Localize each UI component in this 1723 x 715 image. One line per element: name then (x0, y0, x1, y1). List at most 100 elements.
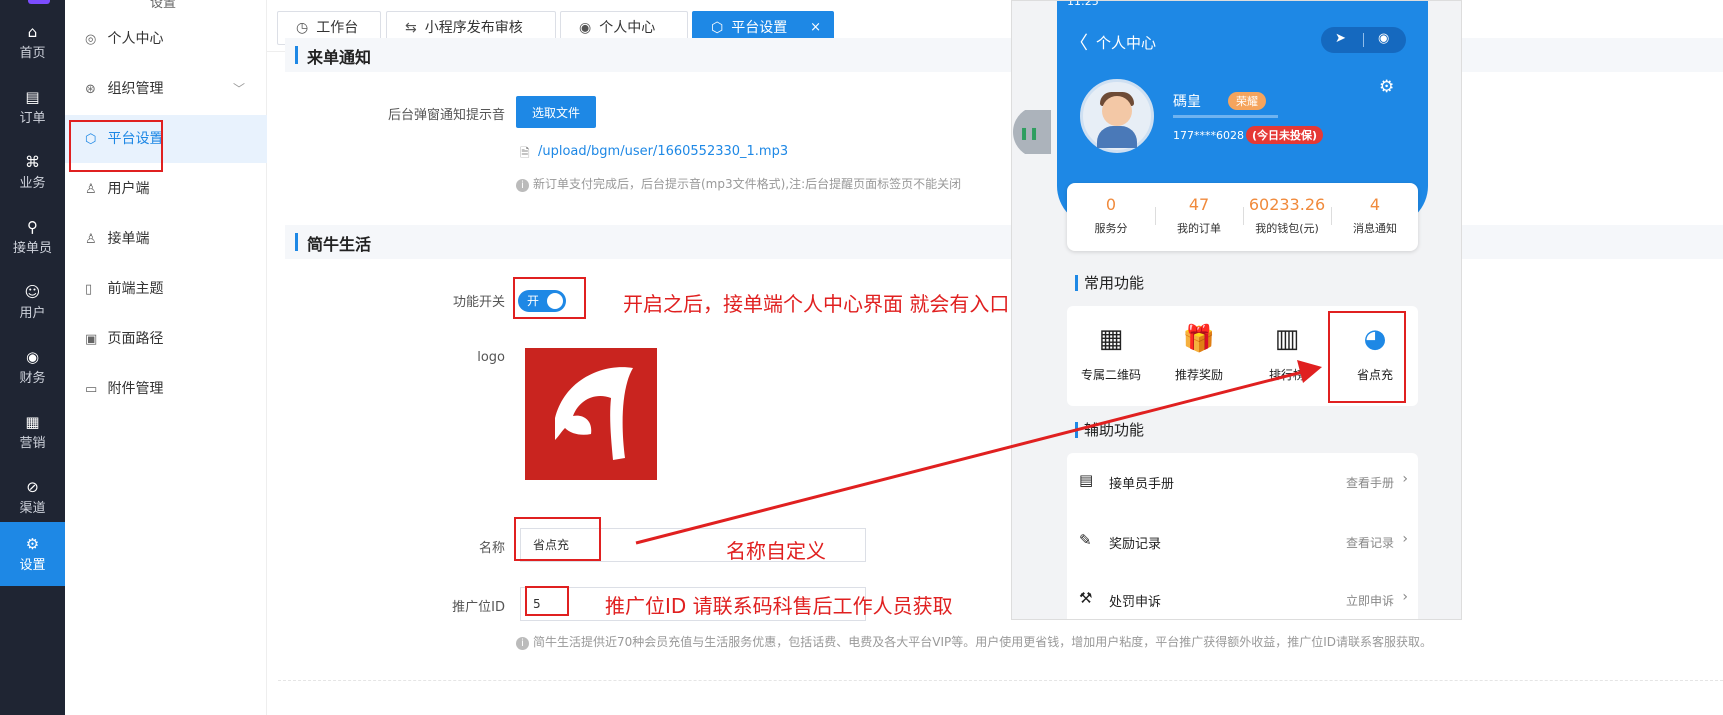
annotation-note-name: 名称自定义 (726, 539, 826, 563)
section-header-order-notify: 来单通知 (285, 38, 1723, 72)
brand-logo-image[interactable] (525, 348, 657, 480)
rail-item-label: 首页 (19, 46, 46, 61)
brand-logo (28, 0, 50, 4)
level-badge: 荣耀 (1228, 92, 1266, 110)
settings-submenu: 设置 ◎ 个人中心 ⊛ 组织管理 ﹀ ⬡ 平台设置 ♙ 用户端 ♙ 接单端 ▯ … (65, 0, 267, 715)
annotation-box-switch (513, 277, 586, 319)
navigate-icon[interactable]: ➤ (1335, 31, 1346, 46)
user-phone: 177****6028 (1173, 129, 1244, 142)
grid-item-referral[interactable]: 🎁 推荐奖励 (1155, 320, 1243, 383)
person-icon: ♙ (85, 182, 97, 197)
chart-icon: ▦ (25, 413, 40, 431)
menu-item-frontend-theme[interactable]: ▯ 前端主题 (65, 265, 267, 313)
rail-item-home[interactable]: ⌂ 首页 (0, 10, 65, 74)
person-wifi-icon: ♙ (85, 232, 97, 247)
rail-item-settings[interactable]: ⚙ 设置 (0, 522, 65, 586)
main-nav-rail: ⌂ 首页 ▤ 订单 ⌘ 业务 ⚲ 接单员 ☺ 用户 ◉ 财务 ▦ 营销 ⊘ 渠道… (0, 0, 65, 715)
rail-item-rider[interactable]: ⚲ 接单员 (0, 205, 65, 269)
aux-functions-title: 辅助功能 (1075, 422, 1144, 438)
rail-item-marketing[interactable]: ▦ 营销 (0, 400, 65, 464)
avatar-face (1102, 96, 1132, 126)
rail-item-label: 业务 (19, 176, 46, 191)
rail-item-label: 订单 (19, 111, 46, 126)
tab-label: 个人中心 (599, 20, 656, 36)
record-icon[interactable]: ◉ (1378, 31, 1389, 46)
user-icon: ☺ (24, 283, 41, 301)
stat-my-orders[interactable]: 47 我的订单 (1155, 195, 1243, 236)
pick-file-button[interactable]: 选取文件 (516, 96, 596, 128)
manual-icon: ▤ (1079, 471, 1094, 489)
file-icon: 🗎 (520, 146, 530, 160)
rail-item-label: 营销 (19, 436, 46, 451)
rail-item-channel[interactable]: ⊘ 渠道 (0, 465, 65, 529)
menu-item-user-client[interactable]: ♙ 用户端 (65, 165, 267, 213)
rail-item-label: 用户 (19, 306, 46, 321)
business-icon: ⌘ (25, 153, 40, 171)
menu-item-organization[interactable]: ⊛ 组织管理 ﹀ (65, 65, 267, 113)
file-path-link[interactable]: /upload/bgm/user/1660552330_1.mp3 (538, 144, 788, 159)
book-icon: ▯ (85, 282, 93, 297)
menu-item-label: 个人中心 (107, 31, 164, 47)
grid-label: 推荐奖励 (1174, 368, 1223, 382)
stat-service-score[interactable]: 0 服务分 (1067, 195, 1155, 236)
annotation-note-promo: 推广位ID 请联系码科售后工作人员获取 (605, 594, 953, 618)
menu-item-label: 页面路径 (107, 331, 164, 347)
list-item-action: 查看手册 (1345, 476, 1394, 490)
order-icon: ▤ (25, 88, 40, 106)
promo-hint-text: 简牛生活提供近70种会员充值与生活服务优惠，包括话费、电费及各大平台VIP等。用… (533, 635, 1433, 649)
gear-icon[interactable]: ⚙ (1379, 77, 1394, 97)
section-header-jianniu: 简牛生活 (285, 225, 1723, 259)
svg-text:❚❚: ❚❚ (1019, 126, 1039, 140)
archive-icon: ▭ (85, 382, 98, 397)
list-item-appeal[interactable]: ⚒ 处罚申诉 立即申诉 › (1067, 571, 1418, 619)
insurance-warning-badge[interactable]: (今日未投保) (1246, 126, 1324, 144)
list-item-title: 奖励记录 (1109, 537, 1162, 552)
gavel-icon: ⚒ (1079, 589, 1093, 607)
stat-key: 服务分 (1094, 222, 1128, 235)
user-name: 碼皇 (1173, 94, 1201, 110)
menu-item-profile[interactable]: ◎ 个人中心 (65, 15, 267, 63)
list-item-manual[interactable]: ▤ 接单员手册 查看手册 › (1067, 453, 1418, 511)
annotation-box-name (514, 517, 601, 561)
mobile-preview: 11:25 〈 个人中心 ➤ ◉ ⚙ 碼皇 荣耀 177****6028 (今日… (1011, 0, 1462, 620)
stat-value: 4 (1369, 195, 1381, 214)
stat-messages[interactable]: 4 消息通知 (1331, 195, 1419, 236)
chevron-right-icon: › (1402, 471, 1408, 487)
menu-item-rider-client[interactable]: ♙ 接单端 (65, 215, 267, 263)
edit-icon: ✎ (1079, 531, 1092, 549)
stat-wallet[interactable]: 60233.26 我的钱包(元) (1243, 195, 1331, 236)
miniapp-capsule[interactable]: ➤ ◉ (1321, 27, 1406, 53)
rail-item-order[interactable]: ▤ 订单 (0, 75, 65, 139)
grid-item-qrcode[interactable]: ▦ 专属二维码 (1067, 320, 1155, 383)
stat-value: 0 (1105, 195, 1117, 214)
org-icon: ⊛ (85, 82, 96, 97)
location-icon: ◎ (85, 32, 97, 47)
grid-item-ranking[interactable]: ▥ 排行榜 (1243, 320, 1331, 383)
menu-item-label: 用户端 (107, 181, 150, 197)
progress-line (1173, 115, 1278, 118)
grid-label: 专属二维码 (1080, 368, 1141, 382)
rail-item-label: 财务 (19, 371, 46, 386)
ranking-icon: ▥ (1274, 324, 1300, 354)
channel-icon: ⊘ (26, 478, 39, 496)
rail-item-finance[interactable]: ◉ 财务 (0, 335, 65, 399)
notify-hint-text: 新订单支付完成后，后台提示音(mp3文件格式),注:后台提醒页面标签页不能关闭 (533, 177, 962, 191)
list-item-rewards[interactable]: ✎ 奖励记录 查看记录 › (1067, 513, 1418, 571)
list-item-action: 查看记录 (1345, 536, 1394, 550)
notify-hint: i 新订单支付完成后，后台提示音(mp3文件格式),注:后台提醒页面标签页不能关闭 (516, 175, 961, 192)
back-icon[interactable]: 〈 (1070, 29, 1088, 55)
avatar[interactable] (1080, 79, 1154, 153)
menu-item-attachments[interactable]: ▭ 附件管理 (65, 365, 267, 413)
user-circle-icon: ◉ (579, 20, 592, 36)
stat-value: 47 (1188, 195, 1210, 214)
hexagon-settings-icon: ⬡ (711, 20, 724, 36)
rail-item-user[interactable]: ☺ 用户 (0, 270, 65, 334)
stat-key: 我的钱包(元) (1255, 222, 1319, 235)
feature-switch-label: 功能开关 (452, 295, 505, 310)
rail-item-label: 接单员 (12, 241, 52, 256)
list-item-action: 立即申诉 (1345, 594, 1394, 608)
rail-item-business[interactable]: ⌘ 业务 (0, 140, 65, 204)
list-item-title: 接单员手册 (1109, 477, 1175, 492)
rail-item-label: 渠道 (19, 501, 46, 516)
menu-item-page-path[interactable]: ▣ 页面路径 (65, 315, 267, 363)
